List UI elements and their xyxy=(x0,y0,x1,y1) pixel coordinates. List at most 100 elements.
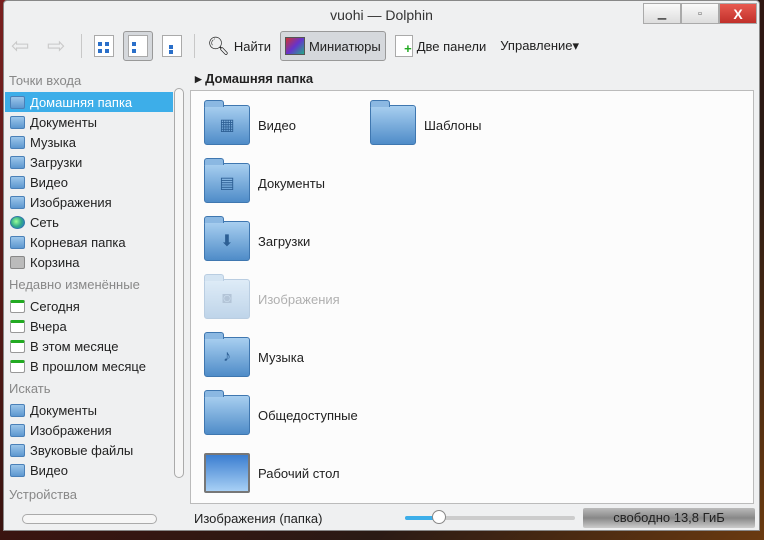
icons-view-button[interactable] xyxy=(89,31,119,61)
recent-header: Недавно изменённые xyxy=(9,277,140,292)
file-item[interactable]: ▦ Видео xyxy=(204,100,296,145)
search-header: Искать xyxy=(9,381,51,396)
file-item[interactable]: ⬇ Загрузки xyxy=(204,216,311,261)
item-label: Корзина xyxy=(30,254,80,270)
zoom-slider-handle[interactable] xyxy=(432,510,446,524)
documents-folder-icon xyxy=(10,115,25,129)
place-downloads[interactable]: Загрузки xyxy=(5,152,173,172)
search-icon: 🔍︎ xyxy=(207,35,230,56)
item-label: Сегодня xyxy=(30,298,80,314)
file-name: Изображения xyxy=(258,291,340,307)
minimize-button[interactable]: ▁ xyxy=(643,3,681,24)
public-folder-icon xyxy=(204,390,250,435)
place-trash[interactable]: Корзина xyxy=(5,252,173,272)
places-header: Точки входа xyxy=(9,73,82,88)
item-label: Документы xyxy=(30,402,98,418)
calendar-icon xyxy=(10,319,25,333)
status-bar: Изображения (папка) свободно 13,8 ГиБ xyxy=(190,508,755,528)
calendar-icon xyxy=(10,339,25,353)
find-label: Найти xyxy=(233,38,271,54)
place-root[interactable]: Корневая папка xyxy=(5,232,173,252)
item-label: Изображения xyxy=(30,422,112,438)
recent-yesterday[interactable]: Вчера xyxy=(5,316,173,336)
place-network[interactable]: Сеть xyxy=(5,212,173,232)
item-label: Документы xyxy=(30,114,98,130)
file-name: Видео xyxy=(258,117,296,133)
pictures-folder-icon xyxy=(10,195,25,209)
sidebar-vertical-scrollbar[interactable] xyxy=(173,68,185,508)
search-documents[interactable]: Документы xyxy=(5,400,173,420)
documents-folder-icon: ▤ xyxy=(204,158,250,203)
search-audio[interactable]: Звуковые файлы xyxy=(5,440,173,460)
file-name: Общедоступные xyxy=(258,407,358,423)
icons-view-icon xyxy=(94,35,114,57)
video-folder-icon: ▦ xyxy=(204,100,250,145)
maximize-button[interactable]: ▫ xyxy=(681,3,719,24)
item-label: В прошлом месяце xyxy=(30,358,146,374)
item-label: Видео xyxy=(30,174,68,190)
previews-label: Миниатюры xyxy=(308,38,381,54)
file-item[interactable]: ▤ Документы xyxy=(204,158,326,203)
zoom-slider[interactable] xyxy=(405,510,575,524)
folder-icon xyxy=(10,403,25,417)
place-music[interactable]: Музыка xyxy=(5,132,173,152)
file-name: Документы xyxy=(258,175,326,191)
control-menu-button[interactable]: Управление▾ xyxy=(495,31,584,61)
file-name: Загрузки xyxy=(258,233,311,249)
place-home[interactable]: Домашняя папка xyxy=(5,92,173,112)
free-space-bar: свободно 13,8 ГиБ xyxy=(583,508,755,528)
sidebar-horizontal-scrollbar[interactable] xyxy=(10,513,175,525)
calendar-icon xyxy=(10,359,25,373)
find-button[interactable]: 🔍︎ Найти xyxy=(202,31,276,61)
video-folder-icon xyxy=(10,175,25,189)
file-name: Рабочий стол xyxy=(258,465,340,481)
compact-view-icon xyxy=(128,35,148,57)
recent-today[interactable]: Сегодня xyxy=(5,296,173,316)
item-label: Изображения xyxy=(30,194,112,210)
details-view-button[interactable] xyxy=(157,31,187,61)
breadcrumb-home[interactable]: Домашняя папка xyxy=(205,71,313,86)
pictures-folder-icon: ◙ xyxy=(204,274,250,319)
home-folder-icon xyxy=(10,95,25,109)
item-label: В этом месяце xyxy=(30,338,119,354)
music-folder-icon xyxy=(10,443,25,457)
previews-button[interactable]: Миниатюры xyxy=(279,31,386,61)
item-label: Загрузки xyxy=(30,154,83,170)
item-label: Музыка xyxy=(30,134,76,150)
places-panel: Точки входа Домашняя папка Документы Муз… xyxy=(5,68,173,508)
recent-last-month[interactable]: В прошлом месяце xyxy=(5,356,173,376)
file-item[interactable]: Шаблоны xyxy=(370,100,482,145)
file-item[interactable]: ◙ Изображения xyxy=(204,274,340,319)
music-folder-icon: ♪ xyxy=(204,332,250,377)
details-view-icon xyxy=(162,35,182,57)
place-pictures[interactable]: Изображения xyxy=(5,192,173,212)
close-button[interactable]: X xyxy=(719,3,757,24)
file-view: ▦ Видео Шаблоны ▤ Документы ⬇ Загрузки ◙ Изо… xyxy=(190,90,754,504)
breadcrumb[interactable]: ▸ Домашняя папка xyxy=(195,71,313,87)
calendar-icon xyxy=(10,299,25,313)
compact-view-button[interactable] xyxy=(123,31,153,61)
downloads-folder-icon xyxy=(10,155,25,169)
recent-this-month[interactable]: В этом месяце xyxy=(5,336,173,356)
search-video[interactable]: Видео xyxy=(5,460,173,480)
forward-arrow-icon: ⇨ xyxy=(47,33,66,58)
search-images[interactable]: Изображения xyxy=(5,420,173,440)
place-documents[interactable]: Документы xyxy=(5,112,173,132)
previews-icon xyxy=(284,37,305,55)
file-item[interactable]: ♪ Музыка xyxy=(204,332,304,377)
item-label: Звуковые файлы xyxy=(30,442,134,458)
pictures-folder-icon xyxy=(10,423,25,437)
split-button[interactable]: + Две панели xyxy=(390,31,492,61)
back-button[interactable]: ⇦ xyxy=(6,31,38,61)
folder-icon xyxy=(370,100,416,145)
item-label: Вчера xyxy=(30,318,67,334)
file-item[interactable]: Рабочий стол xyxy=(204,453,340,493)
control-label: Управление▾ xyxy=(500,38,580,53)
forward-button[interactable]: ⇨ xyxy=(42,31,74,61)
devices-header: Устройства xyxy=(9,487,78,502)
file-item[interactable]: Общедоступные xyxy=(204,390,358,435)
file-name: Музыка xyxy=(258,349,304,365)
desktop-icon xyxy=(204,453,250,493)
item-label: Видео xyxy=(30,462,68,478)
place-video[interactable]: Видео xyxy=(5,172,173,192)
